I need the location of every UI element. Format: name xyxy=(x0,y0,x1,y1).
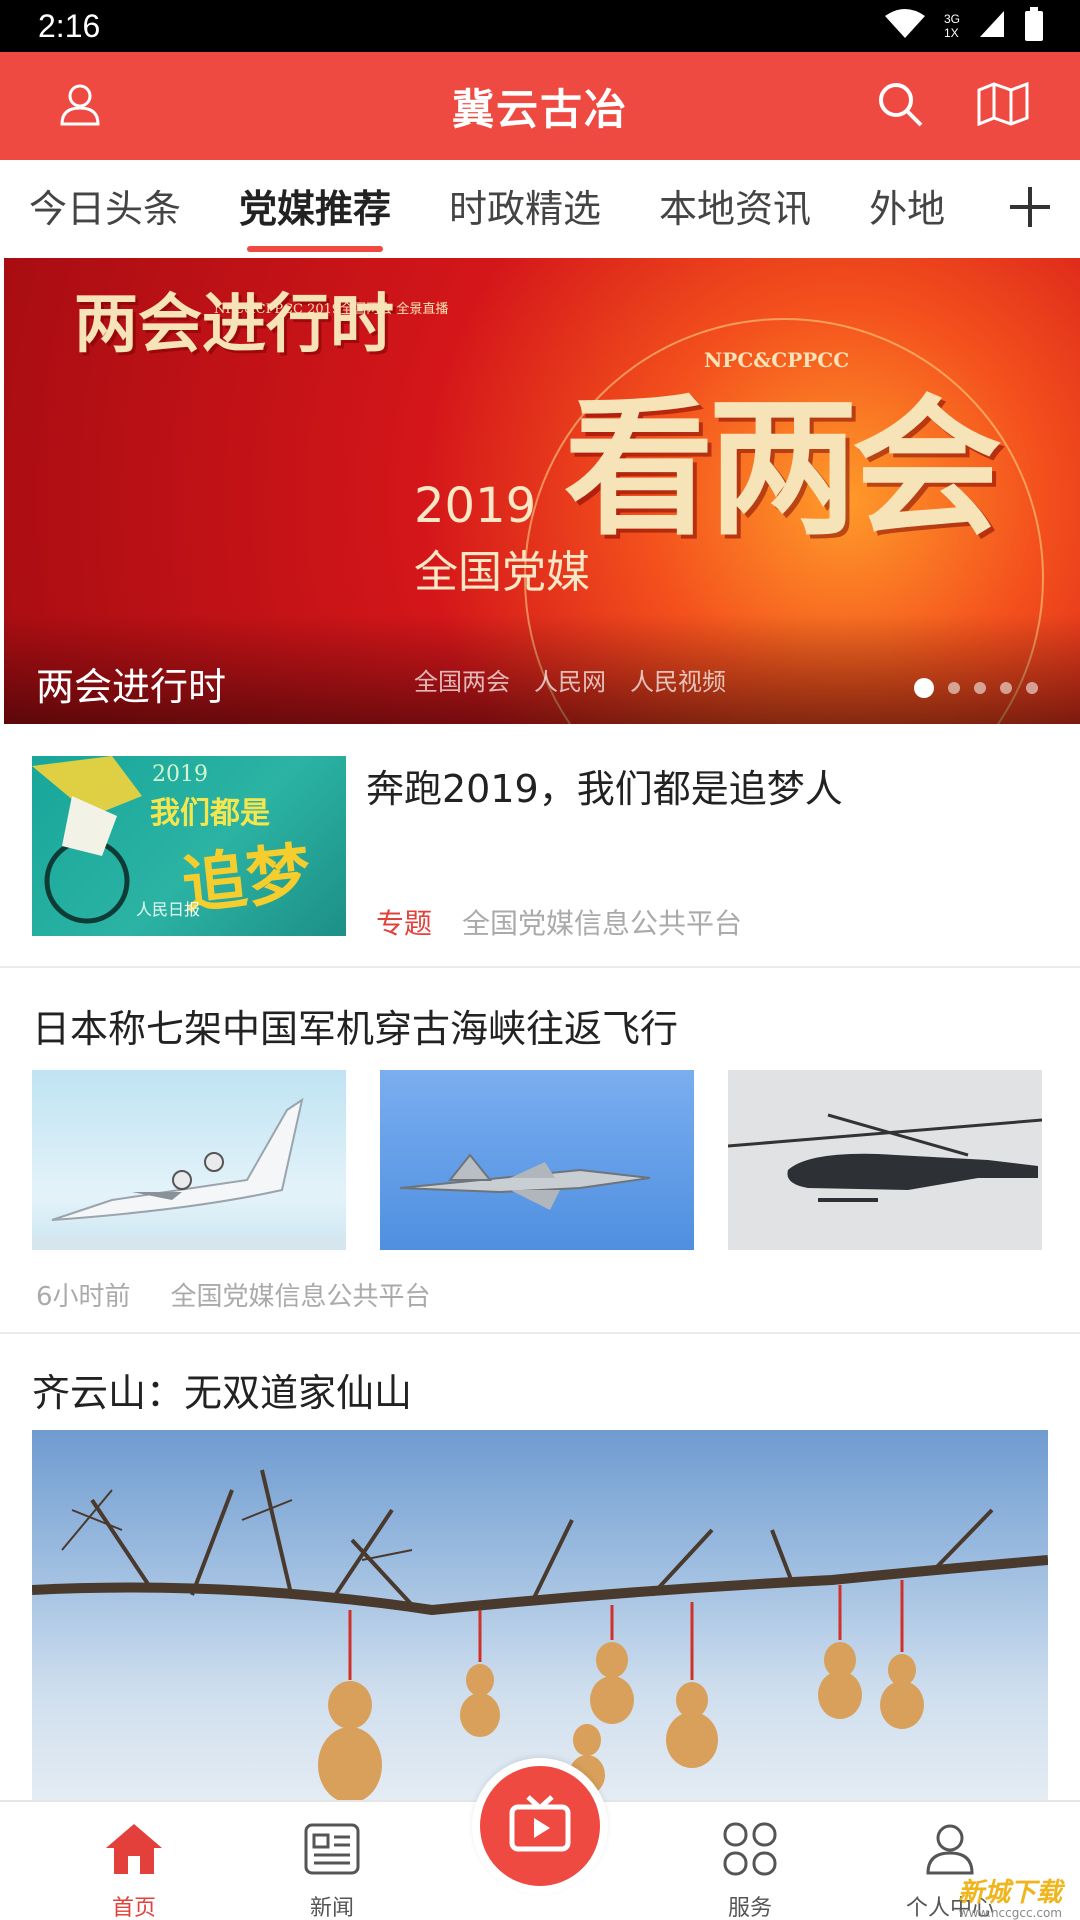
news-source: 全国党媒信息公共平台 xyxy=(170,1282,431,1312)
news-title[interactable]: 齐云山：无双道家仙山 xyxy=(32,1362,412,1417)
network-3g-label: 3G xyxy=(943,12,960,26)
banner-org-small: NPC&CPPCC 2019全国两会 全景直播 xyxy=(214,302,449,317)
thumb-line1: 我们都是 xyxy=(150,796,270,831)
carousel-dot[interactable] xyxy=(1026,682,1038,694)
signal-icon xyxy=(978,9,1006,43)
banner-media: 全国党媒 xyxy=(414,547,590,598)
search-button[interactable] xyxy=(860,52,940,160)
news-item[interactable]: 日本称七架中国军机穿古海峡往返飞行 6小时前 全国党媒信息公共平台 xyxy=(0,968,1080,1334)
banner-logos: 全国两会 人民网 人民视频 xyxy=(414,662,726,697)
banner-org: NPC&CPPCC xyxy=(704,348,850,372)
tab-today-headlines[interactable]: 今日头条 xyxy=(0,160,210,258)
news-image-helicopter xyxy=(728,1070,1042,1250)
home-icon xyxy=(104,1822,164,1880)
user-icon xyxy=(58,82,102,130)
banner-calligraphy-big: 看两会 xyxy=(564,380,1002,556)
map-icon xyxy=(977,81,1029,130)
video-center-button[interactable] xyxy=(472,1758,608,1894)
news-item[interactable]: 齐云山：无双道家仙山 xyxy=(0,1334,1080,1810)
news-title[interactable]: 奔跑2019，我们都是追梦人 xyxy=(366,758,843,813)
search-icon xyxy=(876,80,924,132)
banner-caption: 两会进行时 xyxy=(36,665,227,709)
news-image-flying-wing xyxy=(32,1070,346,1250)
news-image-gourds xyxy=(32,1430,1048,1810)
status-time: 2:16 xyxy=(38,7,101,44)
nav-news[interactable]: 新闻 xyxy=(262,1802,402,1920)
thumb-source: 人民日报 xyxy=(136,900,201,919)
status-icons: 3G 1X xyxy=(884,7,1044,45)
download-watermark: 新城下载 www.nccgcc.com xyxy=(958,1880,1062,1920)
carousel-indicator xyxy=(914,678,1038,698)
nav-home[interactable]: 首页 xyxy=(64,1802,204,1920)
news-icon xyxy=(304,1823,360,1879)
tv-play-icon xyxy=(508,1794,572,1858)
tab-local-news[interactable]: 本地资讯 xyxy=(630,160,840,258)
battery-icon xyxy=(1024,7,1044,45)
news-item[interactable]: 2019 我们都是 追梦 人民日报 奔跑2019，我们都是追梦人 专题 全国党媒… xyxy=(0,724,1080,968)
carousel-dot[interactable] xyxy=(948,682,960,694)
news-time: 6小时前 xyxy=(36,1282,131,1312)
watermark-url: www.nccgcc.com xyxy=(958,1906,1062,1920)
carousel-dot[interactable] xyxy=(1000,682,1012,694)
news-meta: 专题 全国党媒信息公共平台 xyxy=(376,902,742,942)
banner-calligraphy-small: 两会进行时 xyxy=(74,287,394,362)
news-tag: 专题 xyxy=(376,907,433,940)
news-source: 全国党媒信息公共平台 xyxy=(462,907,743,940)
thumb-year: 2019 xyxy=(152,762,208,787)
user-button[interactable] xyxy=(40,52,120,160)
banner-logo-renmin-video: 人民视频 xyxy=(630,668,726,696)
category-tabs: 今日头条 党媒推荐 时政精选 本地资讯 外地 xyxy=(0,160,1080,258)
nav-label: 服务 xyxy=(727,1896,772,1920)
profile-icon xyxy=(925,1823,975,1879)
banner-logo-lianghui: 全国两会 xyxy=(414,668,510,696)
news-title[interactable]: 日本称七架中国军机穿古海峡往返飞行 xyxy=(32,998,678,1053)
news-meta: 6小时前 全国党媒信息公共平台 xyxy=(36,1276,431,1313)
services-icon xyxy=(722,1821,778,1881)
add-tab-button[interactable] xyxy=(990,160,1070,258)
network-type: 3G 1X xyxy=(944,12,960,40)
nav-label: 新闻 xyxy=(309,1896,354,1920)
plus-icon xyxy=(1008,185,1052,233)
carousel-dot[interactable] xyxy=(914,678,934,698)
tab-politics[interactable]: 时政精选 xyxy=(420,160,630,258)
wifi-icon xyxy=(884,8,926,44)
news-image-fighter-jet xyxy=(380,1070,694,1250)
banner-year: 2019 xyxy=(414,478,537,534)
network-1x-label: 1X xyxy=(943,26,959,40)
tab-other-regions[interactable]: 外地 xyxy=(840,160,974,258)
banner-carousel[interactable]: 两会进行时 NPC&CPPCC 2019全国两会 全景直播 NPC&CPPCC … xyxy=(4,258,1080,724)
watermark-name: 新城下载 xyxy=(957,1878,1062,1908)
banner-logo-renminwang: 人民网 xyxy=(534,668,606,696)
status-bar: 2:16 3G 1X xyxy=(0,0,1080,52)
news-thumbnail: 2019 我们都是 追梦 人民日报 xyxy=(32,756,346,936)
app-header: 冀云古冶 xyxy=(0,52,1080,160)
tab-party-media[interactable]: 党媒推荐 xyxy=(210,160,420,258)
nav-label: 首页 xyxy=(111,1896,156,1920)
nav-services[interactable]: 服务 xyxy=(680,1802,820,1920)
app-title: 冀云古冶 xyxy=(451,84,628,134)
map-button[interactable] xyxy=(963,52,1043,160)
carousel-dot[interactable] xyxy=(974,682,986,694)
